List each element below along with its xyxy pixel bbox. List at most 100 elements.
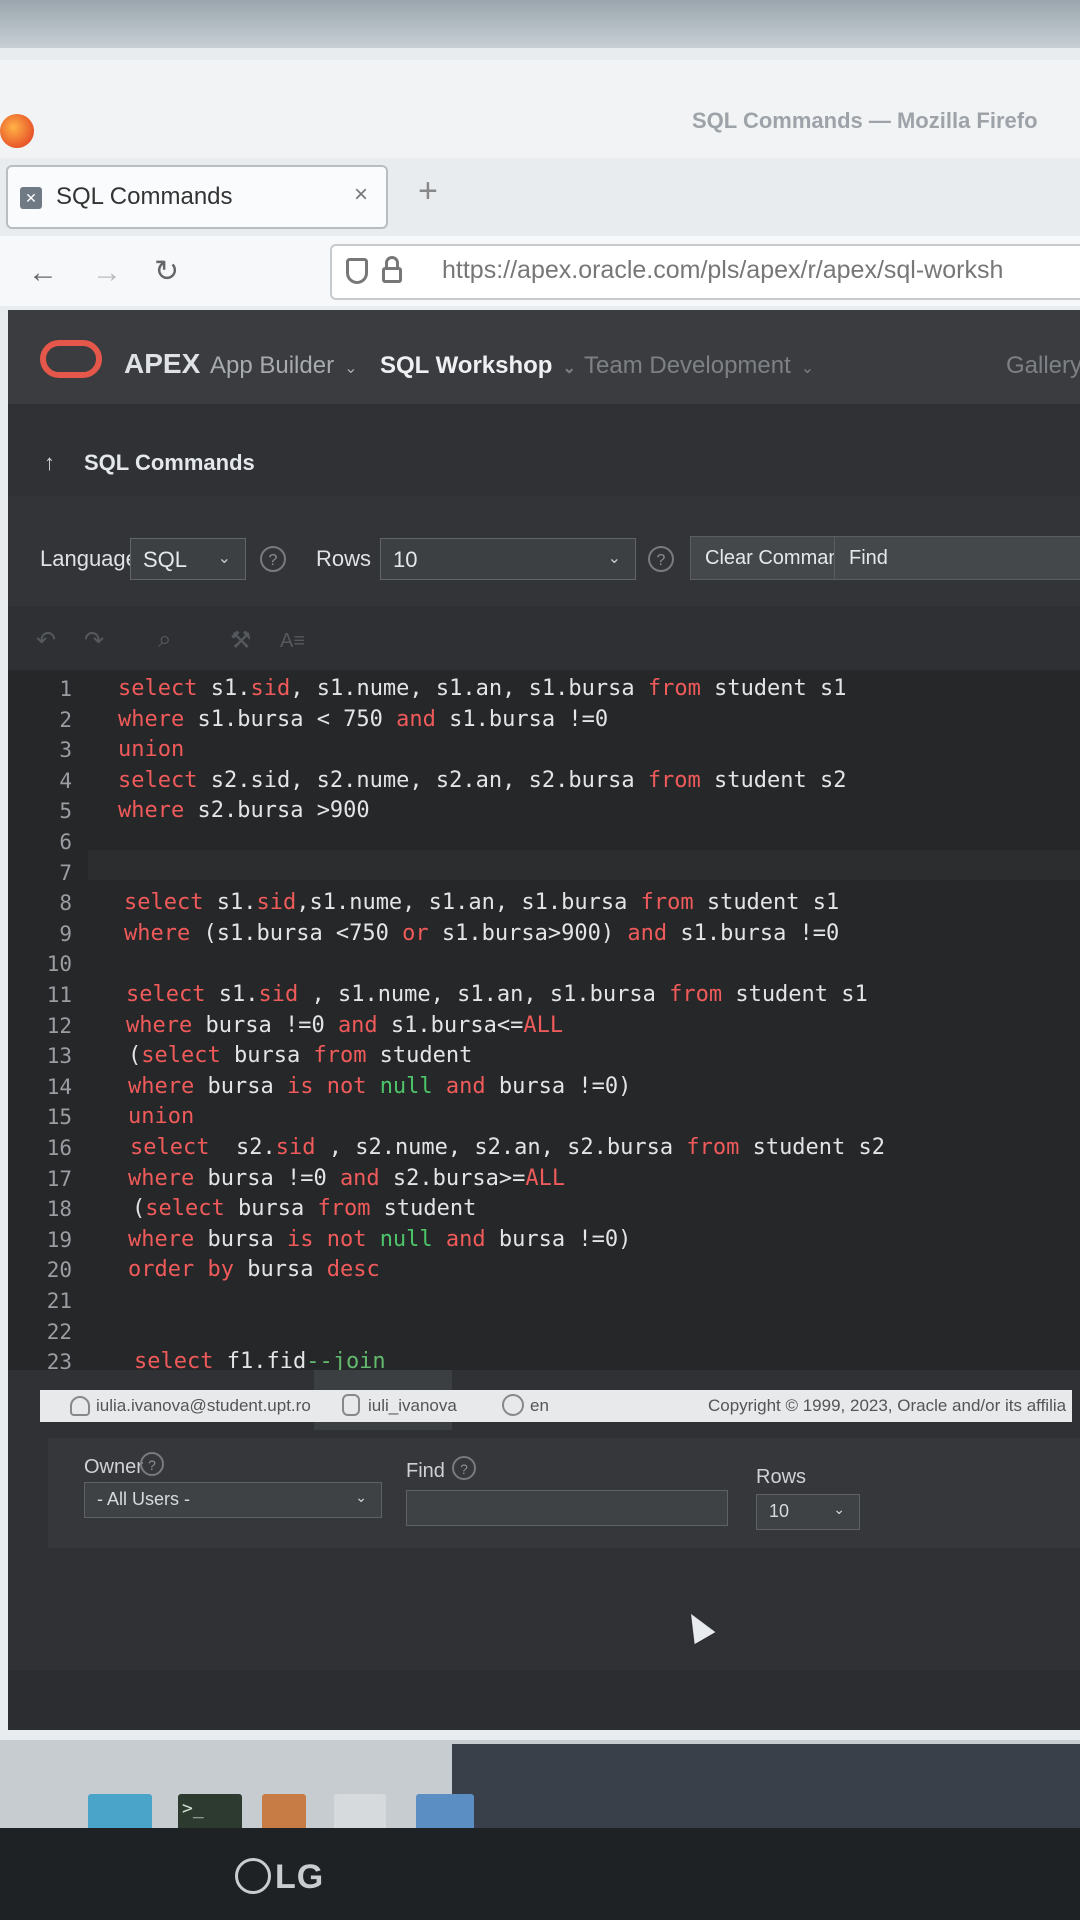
code-line[interactable]: where bursa !=0 and s1.bursa<=ALL: [126, 1013, 563, 1039]
lock-icon[interactable]: [382, 256, 402, 284]
code-token: , s1.nume, s1.an, s1.bursa: [298, 982, 670, 1007]
code-token: from: [647, 676, 701, 701]
wrench-icon[interactable]: ⚒: [230, 626, 252, 655]
code-line[interactable]: select s1.sid , s1.nume, s1.an, s1.bursa…: [126, 982, 868, 1008]
rows-label: Rows: [316, 546, 372, 571]
code-line[interactable]: where bursa is not null and bursa !=0): [128, 1227, 631, 1253]
code-token: bursa: [237, 1196, 318, 1222]
apex-footer: iulia.ivanova@student.upt.ro iuli_ivanov…: [40, 1390, 1072, 1422]
shield-icon[interactable]: [346, 258, 368, 284]
new-tab-button[interactable]: +: [418, 172, 438, 211]
code-line[interactable]: where bursa is not null and bursa !=0): [128, 1074, 631, 1100]
code-line[interactable]: where bursa !=0 and s2.bursa>=ALL: [128, 1166, 565, 1192]
browser-tab-sql-commands[interactable]: ✕ SQL Commands ×: [6, 165, 388, 229]
up-arrow-icon[interactable]: ↑: [44, 450, 55, 476]
footer-copyright: Copyright © 1999, 2023, Oracle and/or it…: [708, 1396, 1067, 1415]
code-line[interactable]: where (s1.bursa <750 or s1.bursa>900) an…: [124, 921, 839, 947]
code-line[interactable]: select s2.sid, s2.nume, s2.an, s2.bursa …: [118, 768, 847, 794]
search-icon[interactable]: ⌕: [158, 626, 171, 654]
monitor-brand-text: LG: [275, 1858, 325, 1896]
help-icon[interactable]: ?: [140, 1452, 164, 1476]
menu-app-builder[interactable]: App Builder ⌄: [210, 352, 357, 380]
code-token: and: [432, 1226, 486, 1252]
line-number: 12: [46, 1013, 72, 1038]
apex-brand[interactable]: APEX: [124, 348, 200, 380]
oracle-logo-icon[interactable]: [40, 340, 102, 378]
footer-workspace[interactable]: iuli_ivanova: [368, 1396, 457, 1416]
code-token: --join: [306, 1349, 386, 1370]
owner-select[interactable]: - All Users - ⌄: [84, 1482, 382, 1518]
code-token: bursa: [207, 1073, 287, 1099]
code-token: student: [366, 1043, 473, 1069]
line-number: 19: [46, 1227, 72, 1252]
code-token: where: [118, 798, 198, 824]
menu-sql-workshop[interactable]: SQL Workshop ⌄: [380, 352, 576, 380]
help-icon[interactable]: ?: [452, 1456, 476, 1480]
reload-icon[interactable]: ↻: [154, 254, 179, 289]
line-number: 3: [59, 738, 72, 763]
line-number: 23: [46, 1350, 72, 1370]
code-token: where: [118, 706, 198, 732]
code-token: bursa !=0): [485, 1073, 632, 1099]
code-token: from: [640, 890, 694, 916]
footer-user[interactable]: iulia.ivanova@student.upt.ro: [96, 1396, 311, 1416]
code-line[interactable]: select s2.sid , s2.nume, s2.an, s2.bursa…: [130, 1135, 885, 1161]
find-input[interactable]: [406, 1490, 728, 1526]
url-text[interactable]: https://apex.oracle.com/pls/apex/r/apex/…: [442, 256, 1003, 285]
chevron-down-icon: ⌄: [800, 360, 815, 377]
code-line[interactable]: union: [118, 737, 184, 763]
undo-icon[interactable]: ↶: [36, 626, 56, 655]
page-title[interactable]: SQL Commands: [84, 450, 255, 476]
rows-value: 10: [393, 547, 418, 572]
editor-toolbar: ↶ ↷ ⌕ ⚒ A≡: [8, 606, 1080, 670]
line-number: 21: [46, 1289, 72, 1313]
chevron-down-icon: ⌄: [217, 550, 231, 567]
rows-select[interactable]: 10 ⌄: [756, 1494, 860, 1530]
code-token: s1.bursa<=: [377, 1012, 524, 1038]
line-number: 9: [59, 921, 72, 946]
code-line[interactable]: (select bursa from student: [128, 1043, 472, 1069]
code-line[interactable]: order by bursa desc: [128, 1257, 380, 1283]
code-token: student: [370, 1196, 477, 1222]
line-number: 16: [46, 1136, 72, 1160]
chevron-down-icon: ⌄: [833, 1501, 845, 1517]
code-token: and: [627, 920, 668, 946]
code-line[interactable]: select s1.sid, s1.nume, s1.an, s1.bursa …: [118, 676, 847, 702]
url-bar[interactable]: https://apex.oracle.com/pls/apex/r/apex/…: [330, 244, 1080, 300]
forward-arrow-icon[interactable]: →: [92, 256, 122, 290]
close-icon[interactable]: ×: [354, 181, 368, 209]
footer-language[interactable]: en: [530, 1396, 549, 1416]
code-token: null: [379, 1226, 433, 1252]
code-line[interactable]: where s1.bursa < 750 and s1.bursa !=0: [118, 707, 608, 733]
line-number: 2: [59, 707, 72, 732]
find-button[interactable]: Find: [834, 536, 1080, 580]
help-icon[interactable]: ?: [260, 546, 286, 572]
back-arrow-icon[interactable]: ←: [28, 256, 58, 290]
line-number: 17: [46, 1166, 72, 1191]
rows-select[interactable]: 10 ⌄: [380, 538, 636, 580]
code-token: select: [141, 1043, 234, 1069]
desktop-background: [452, 1744, 1080, 1828]
tab-title: SQL Commands: [56, 183, 233, 210]
code-token: select: [130, 1135, 236, 1160]
code-line[interactable]: select f1.fid--join: [134, 1349, 386, 1370]
code-line[interactable]: where s2.bursa >900: [118, 798, 370, 824]
chevron-down-icon: ⌄: [607, 550, 621, 567]
menu-team-development[interactable]: Team Development ⌄: [584, 352, 814, 380]
code-line[interactable]: union: [128, 1104, 194, 1130]
apex-header: APEX App Builder ⌄ SQL Workshop ⌄ Team Dev…: [8, 310, 1080, 404]
code-line[interactable]: (select bursa from student: [132, 1196, 476, 1222]
line-number: 5: [59, 799, 72, 824]
code-token: select: [145, 1196, 238, 1222]
redo-icon[interactable]: ↷: [84, 626, 104, 655]
sql-code-editor[interactable]: 1 select s1.sid, s1.nume, s1.an, s1.bursa…: [8, 670, 1080, 1370]
help-icon[interactable]: ?: [648, 546, 674, 572]
format-icon[interactable]: A≡: [280, 630, 305, 653]
line-number: 18: [46, 1197, 72, 1222]
code-line[interactable]: select s1.sid,s1.nume, s1.an, s1.bursa f…: [124, 890, 839, 916]
sql-toolbar: Language SQL ⌄ ? Rows 10 ⌄ ? Clear Comma…: [8, 496, 1080, 606]
menu-gallery[interactable]: Gallery: [1006, 352, 1080, 380]
code-token: s2.sid, s2.nume, s2.an, s2.bursa: [210, 767, 648, 793]
language-select[interactable]: SQL ⌄: [130, 538, 246, 580]
code-token: s1.: [210, 676, 251, 701]
